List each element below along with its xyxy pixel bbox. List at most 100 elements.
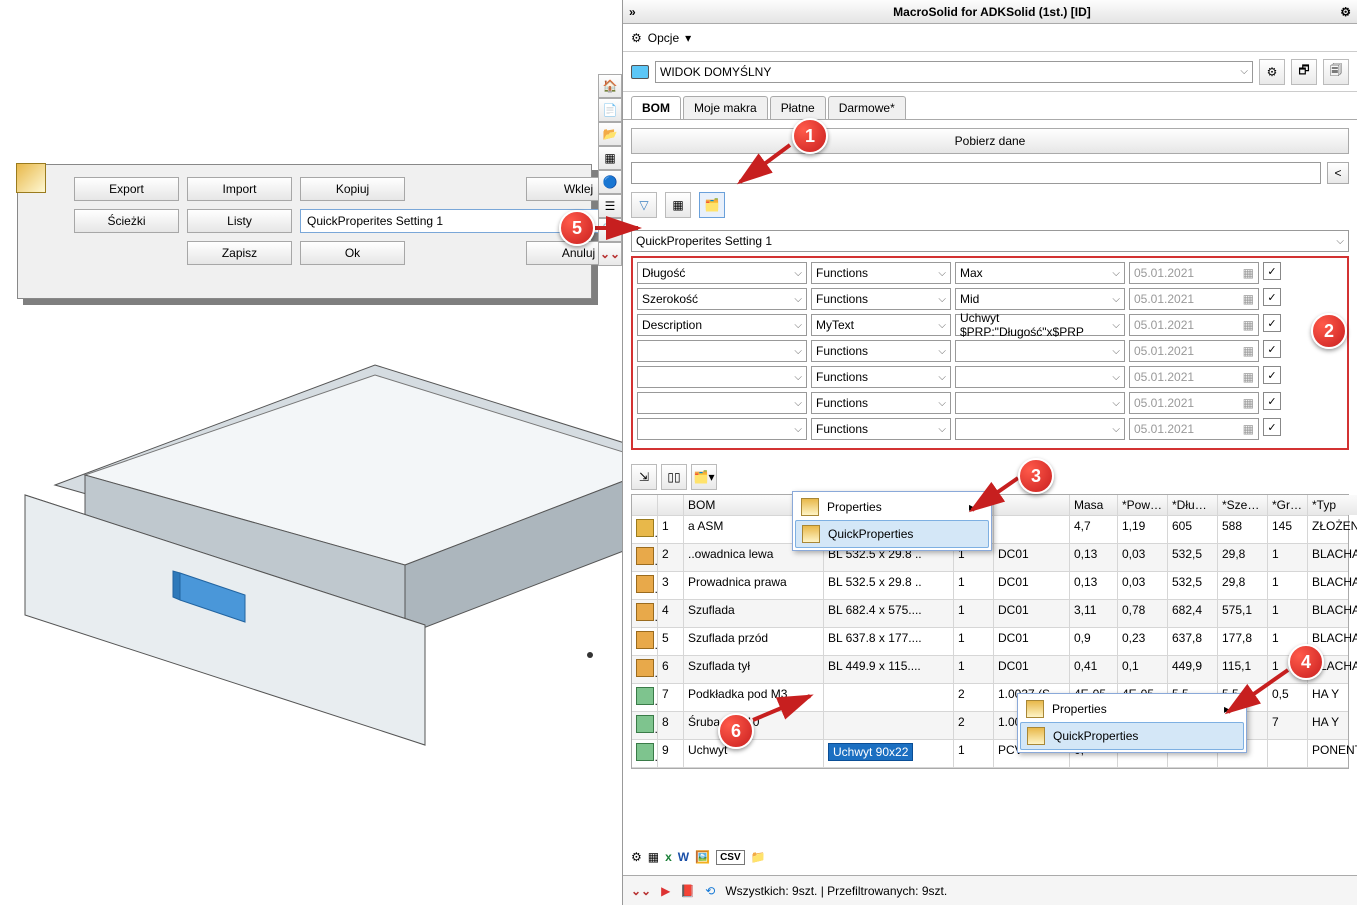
- qp-enable-check[interactable]: ✓: [1263, 288, 1281, 306]
- home-icon[interactable]: 🏠: [598, 74, 622, 98]
- qp-enable-check[interactable]: ✓: [1263, 418, 1281, 436]
- folder2-icon[interactable]: 📁: [751, 850, 766, 864]
- table-row[interactable]: 3Prowadnica prawaBL 532.5 x 29.8 ..1DC01…: [632, 572, 1348, 600]
- teamviewer-icon[interactable]: ⟲: [705, 884, 715, 898]
- chevrons-icon[interactable]: ⌄⌄: [631, 884, 651, 898]
- collapse-icon[interactable]: »: [629, 5, 636, 19]
- editing-cell[interactable]: Uchwyt 90x22: [828, 743, 913, 761]
- tree-icon[interactable]: ⇲: [631, 464, 657, 490]
- zapisz-button[interactable]: Zapisz: [187, 241, 292, 265]
- column-header[interactable]: *Typ: [1308, 495, 1357, 515]
- opcje-label[interactable]: Opcje: [648, 31, 679, 45]
- tab-platne[interactable]: Płatne: [770, 96, 826, 119]
- column-header[interactable]: [994, 495, 1070, 515]
- qp-val-combo[interactable]: [955, 418, 1125, 440]
- column-header[interactable]: [658, 495, 684, 515]
- chevron-down-icon[interactable]: ▾: [685, 31, 691, 45]
- qp-setting-name[interactable]: QuickProperites Setting 1: [631, 230, 1349, 252]
- qp-fn-combo[interactable]: Functions: [811, 262, 951, 284]
- gear-icon[interactable]: ⚙: [1340, 5, 1351, 19]
- list-icon[interactable]: ☰: [598, 194, 622, 218]
- column-header[interactable]: *Gr…: [1268, 495, 1308, 515]
- tab-darmowe[interactable]: Darmowe*: [828, 96, 906, 119]
- qp-val-combo[interactable]: Uchwyt $PRP:"Długość"x$PRP: [955, 314, 1125, 336]
- qp-enable-check[interactable]: ✓: [1263, 392, 1281, 410]
- tab-bom[interactable]: BOM: [631, 96, 681, 119]
- listy-button[interactable]: Listy: [187, 209, 292, 233]
- qp-date: 05.01.2021▦: [1129, 288, 1259, 310]
- pobierz-dane-button[interactable]: Pobierz dane: [631, 128, 1349, 154]
- row-menu-properties[interactable]: Properties ▸: [1020, 696, 1244, 722]
- gear-icon[interactable]: ⚙: [631, 850, 642, 864]
- table-row[interactable]: 4SzufladaBL 682.4 x 575....1DC013,110,78…: [632, 600, 1348, 628]
- search-input[interactable]: [631, 162, 1321, 184]
- qp-fn-combo[interactable]: Functions: [811, 418, 951, 440]
- menu-quick-properties[interactable]: QuickProperties: [795, 520, 989, 548]
- folder-icon[interactable]: 📂: [598, 122, 622, 146]
- qp-prop-combo[interactable]: [637, 392, 807, 414]
- ok-button[interactable]: Ok: [300, 241, 405, 265]
- youtube-icon[interactable]: ▶: [661, 884, 670, 898]
- qp-prop-combo[interactable]: Szerokość: [637, 288, 807, 310]
- clip-icon[interactable]: 📎: [598, 218, 622, 242]
- book-icon[interactable]: 📕: [680, 884, 695, 898]
- qp-fn-combo[interactable]: Functions: [811, 340, 951, 362]
- table-row[interactable]: 6Szuflada tyłBL 449.9 x 115....1DC010,41…: [632, 656, 1348, 684]
- windows-icon[interactable]: 🗗: [1291, 59, 1317, 85]
- tab-moje-makra[interactable]: Moje makra: [683, 96, 768, 119]
- qp-fn-combo[interactable]: Functions: [811, 288, 951, 310]
- qp-fn-combo[interactable]: Functions: [811, 392, 951, 414]
- row-number: 1: [658, 516, 684, 543]
- sheet-icon[interactable]: 📄: [598, 98, 622, 122]
- qp-prop-combo[interactable]: [637, 366, 807, 388]
- table-row[interactable]: 5Szuflada przódBL 637.8 x 177....1DC010,…: [632, 628, 1348, 656]
- column-header[interactable]: [632, 495, 658, 515]
- table-icon[interactable]: ▦: [648, 850, 659, 864]
- qp-enable-check[interactable]: ✓: [1263, 262, 1281, 280]
- qp-val-combo[interactable]: [955, 366, 1125, 388]
- qp-val-combo[interactable]: [955, 340, 1125, 362]
- qp-enable-check[interactable]: ✓: [1263, 340, 1281, 358]
- qp-enable-check[interactable]: ✓: [1263, 314, 1281, 332]
- chevrons-down-icon[interactable]: ⌄⌄: [598, 242, 622, 266]
- row-name: Szuflada: [684, 600, 824, 627]
- qp-val-combo[interactable]: Mid: [955, 288, 1125, 310]
- kopiuj-button[interactable]: Kopiuj: [300, 177, 405, 201]
- excel-icon[interactable]: x: [665, 850, 672, 864]
- sciezki-button[interactable]: Ścieżki: [74, 209, 179, 233]
- qp-prop-combo[interactable]: [637, 418, 807, 440]
- copy-icon[interactable]: 🗐: [1323, 59, 1349, 85]
- csv-icon[interactable]: CSV: [716, 850, 745, 865]
- qp-fn-combo[interactable]: Functions: [811, 366, 951, 388]
- export-button[interactable]: Export: [74, 177, 179, 201]
- color-icon[interactable]: 🔵: [598, 170, 622, 194]
- quickprops-tab-icon[interactable]: 🗂️: [699, 192, 725, 218]
- settings-gear-icon[interactable]: ⚙: [1259, 59, 1285, 85]
- qp-prop-combo[interactable]: [637, 340, 807, 362]
- gear-small-icon[interactable]: ⚙: [631, 31, 642, 45]
- grid-icon[interactable]: ▦: [598, 146, 622, 170]
- menu-properties[interactable]: Properties ▸: [795, 494, 989, 520]
- row-menu-quick-properties[interactable]: QuickProperties: [1020, 722, 1244, 750]
- qp-val-combo[interactable]: Max: [955, 262, 1125, 284]
- column-header[interactable]: Masa: [1070, 495, 1118, 515]
- side-toolstrip: 🏠 📄 📂 ▦ 🔵 ☰ 📎 ⌄⌄: [598, 74, 622, 266]
- row-typ: BLACHA GIĘTA: [1308, 600, 1357, 627]
- qp-prop-combo[interactable]: Długość: [637, 262, 807, 284]
- columns-icon[interactable]: ▯▯: [661, 464, 687, 490]
- search-back-button[interactable]: <: [1327, 162, 1349, 184]
- import-button[interactable]: Import: [187, 177, 292, 201]
- column-header[interactable]: *Dług…: [1168, 495, 1218, 515]
- filter-icon[interactable]: ▽: [631, 192, 657, 218]
- table-props-icon[interactable]: ▦: [665, 192, 691, 218]
- view-select[interactable]: WIDOK DOMYŚLNY: [655, 61, 1253, 83]
- qp-prop-combo[interactable]: Description: [637, 314, 807, 336]
- quickprops-icon[interactable]: 🗂️▾: [691, 464, 717, 490]
- word-icon[interactable]: W: [678, 850, 689, 864]
- qp-enable-check[interactable]: ✓: [1263, 366, 1281, 384]
- column-header[interactable]: *Pow…: [1118, 495, 1168, 515]
- qp-val-combo[interactable]: [955, 392, 1125, 414]
- column-header[interactable]: *Szer…: [1218, 495, 1268, 515]
- image-icon[interactable]: 🖼️: [695, 850, 710, 864]
- qp-fn-combo[interactable]: MyText: [811, 314, 951, 336]
